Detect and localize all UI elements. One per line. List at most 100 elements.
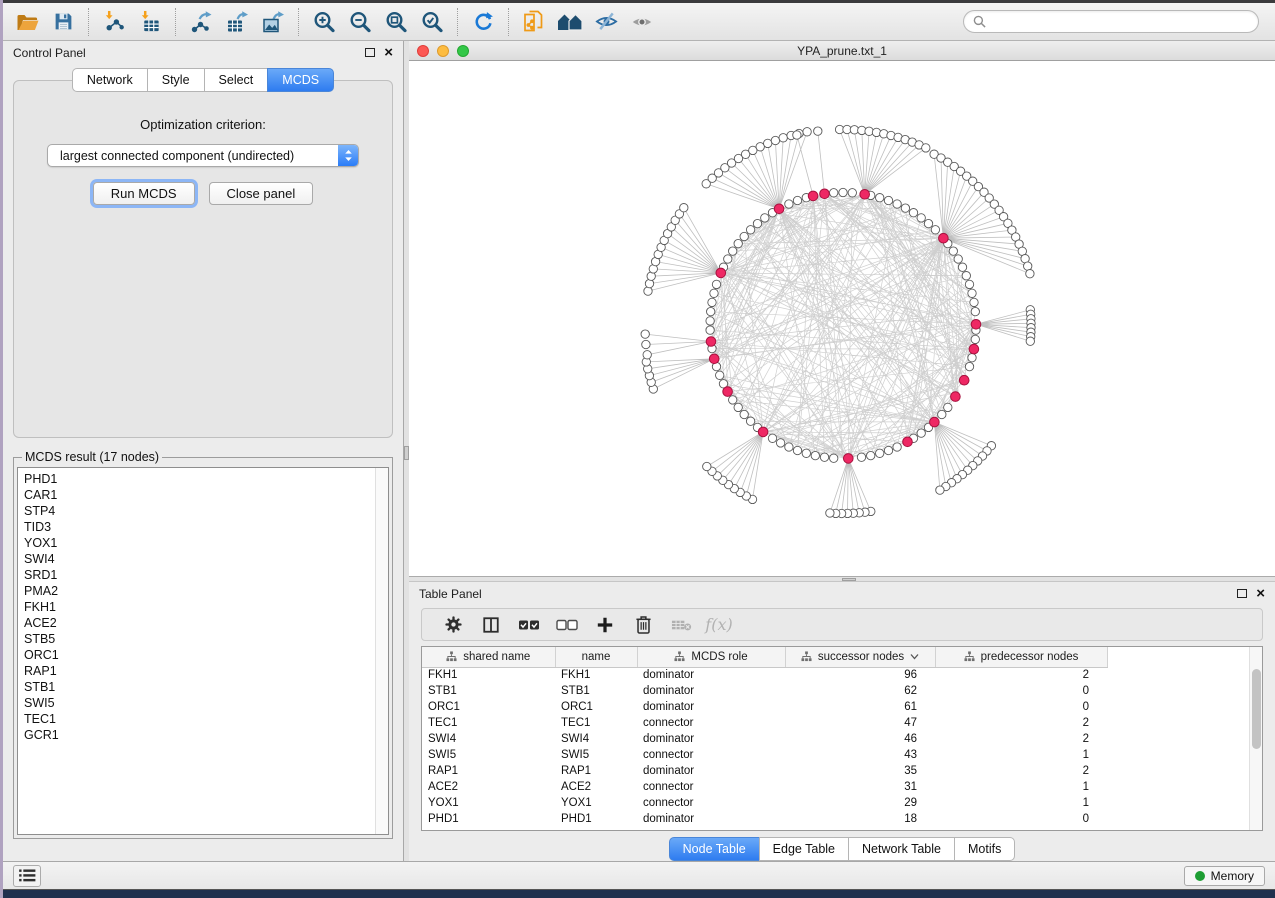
mcds-dominator-node[interactable] <box>709 354 719 364</box>
mcds-node-item[interactable]: RAP1 <box>24 663 375 679</box>
ring-node[interactable] <box>893 200 901 208</box>
table-row[interactable]: SWI5SWI5connector431 <box>422 747 1249 763</box>
table-row[interactable]: SWI4SWI4dominator462 <box>422 731 1249 747</box>
ring-node[interactable] <box>830 189 838 197</box>
zoom-fit-button[interactable] <box>378 7 414 37</box>
task-history-button[interactable] <box>13 865 41 887</box>
ring-node[interactable] <box>962 272 970 280</box>
table-row[interactable]: FKH1FKH1dominator962 <box>422 667 1249 683</box>
ring-node[interactable] <box>708 298 716 306</box>
tab-select[interactable]: Select <box>204 68 268 92</box>
table-cell[interactable]: dominator <box>637 731 785 747</box>
table-cell[interactable]: TEC1 <box>422 715 555 731</box>
table-cell[interactable]: 1 <box>935 795 1107 811</box>
close-panel-icon[interactable]: × <box>384 48 393 58</box>
table-cell[interactable]: 2 <box>935 715 1107 731</box>
satellite-node[interactable] <box>642 340 650 348</box>
table-cell[interactable]: 0 <box>935 683 1107 699</box>
table-scrollbar[interactable] <box>1249 647 1262 830</box>
table-cell[interactable]: connector <box>637 747 785 763</box>
delete-column-button[interactable] <box>624 611 662 639</box>
table-cell[interactable]: FKH1 <box>555 667 637 683</box>
ring-node[interactable] <box>710 289 718 297</box>
table-row[interactable]: TEC1TEC1connector472 <box>422 715 1249 731</box>
table-cell[interactable]: SWI5 <box>422 747 555 763</box>
ring-node[interactable] <box>893 443 901 451</box>
mcds-node-item[interactable]: FKH1 <box>24 599 375 615</box>
ring-node[interactable] <box>971 307 979 315</box>
ring-node[interactable] <box>753 219 761 227</box>
show-all-networks-button[interactable] <box>552 7 588 37</box>
ring-node[interactable] <box>884 196 892 204</box>
satellite-node[interactable] <box>1026 270 1034 278</box>
mcds-dominator-node[interactable] <box>723 387 733 397</box>
mcds-node-item[interactable]: STP4 <box>24 503 375 519</box>
table-cell[interactable]: STB1 <box>555 683 637 699</box>
network-from-clipboard-button[interactable] <box>516 7 552 37</box>
tab-node-table[interactable]: Node Table <box>669 837 759 861</box>
table-cell[interactable]: 61 <box>785 699 935 715</box>
satellite-node[interactable] <box>1024 262 1032 270</box>
column-header-successor-nodes[interactable]: successor nodes <box>785 647 935 667</box>
table-cell[interactable]: SWI5 <box>555 747 637 763</box>
ring-node[interactable] <box>924 219 932 227</box>
mcds-dominator-node[interactable] <box>903 437 913 447</box>
optimization-criterion-select[interactable]: largest connected component (undirected) <box>47 144 359 167</box>
table-cell[interactable]: 46 <box>785 731 935 747</box>
table-cell[interactable]: connector <box>637 795 785 811</box>
table-row[interactable]: ORC1ORC1dominator610 <box>422 699 1249 715</box>
import-network-button[interactable] <box>96 7 132 37</box>
import-table-button[interactable] <box>132 7 168 37</box>
mcds-dominator-node[interactable] <box>774 204 784 214</box>
tab-motifs[interactable]: Motifs <box>954 837 1015 861</box>
ring-node[interactable] <box>958 263 966 271</box>
ring-node[interactable] <box>968 354 976 362</box>
table-cell[interactable]: 18 <box>785 811 935 827</box>
ring-node[interactable] <box>965 280 973 288</box>
table-cell[interactable]: ORC1 <box>555 699 637 715</box>
minimize-window-icon[interactable] <box>437 45 449 57</box>
table-cell[interactable]: YOX1 <box>555 795 637 811</box>
column-header-mcds-role[interactable]: MCDS role <box>637 647 785 667</box>
ring-node[interactable] <box>740 232 748 240</box>
table-cell[interactable]: 35 <box>785 763 935 779</box>
zoom-out-button[interactable] <box>342 7 378 37</box>
ring-node[interactable] <box>867 451 875 459</box>
table-cell[interactable]: SWI4 <box>422 731 555 747</box>
select-all-button[interactable] <box>510 611 548 639</box>
ring-node[interactable] <box>785 200 793 208</box>
vertical-splitter[interactable] <box>403 41 409 861</box>
export-network-button[interactable] <box>183 7 219 37</box>
ring-node[interactable] <box>917 214 925 222</box>
ring-node[interactable] <box>793 196 801 204</box>
ring-node[interactable] <box>971 335 979 343</box>
table-cell[interactable]: 29 <box>785 795 935 811</box>
table-cell[interactable]: RAP1 <box>555 763 637 779</box>
float-panel-icon[interactable] <box>1237 589 1247 598</box>
ring-node[interactable] <box>746 417 754 425</box>
table-cell[interactable]: RAP1 <box>422 763 555 779</box>
ring-node[interactable] <box>729 396 737 404</box>
mcds-dominator-node[interactable] <box>716 268 726 278</box>
ring-node[interactable] <box>740 410 748 418</box>
mcds-node-item[interactable]: SWI5 <box>24 695 375 711</box>
result-list-scrollbar[interactable] <box>375 468 388 834</box>
mcds-node-item[interactable]: TID3 <box>24 519 375 535</box>
table-cell[interactable]: FKH1 <box>422 667 555 683</box>
table-cell[interactable]: SWI4 <box>555 731 637 747</box>
ring-node[interactable] <box>707 307 715 315</box>
splitter-grip[interactable] <box>404 446 409 460</box>
satellite-node[interactable] <box>771 136 779 144</box>
mcds-dominator-node[interactable] <box>969 344 979 354</box>
mcds-dominator-node[interactable] <box>971 320 981 330</box>
table-cell[interactable]: dominator <box>637 763 785 779</box>
mcds-dominator-node[interactable] <box>758 427 768 437</box>
table-row[interactable]: YOX1YOX1connector291 <box>422 795 1249 811</box>
ring-node[interactable] <box>901 204 909 212</box>
ring-node[interactable] <box>785 443 793 451</box>
ring-node[interactable] <box>724 255 732 263</box>
tab-style[interactable]: Style <box>147 68 204 92</box>
mcds-node-item[interactable]: PHD1 <box>24 471 375 487</box>
mcds-node-item[interactable]: YOX1 <box>24 535 375 551</box>
ring-node[interactable] <box>931 226 939 234</box>
